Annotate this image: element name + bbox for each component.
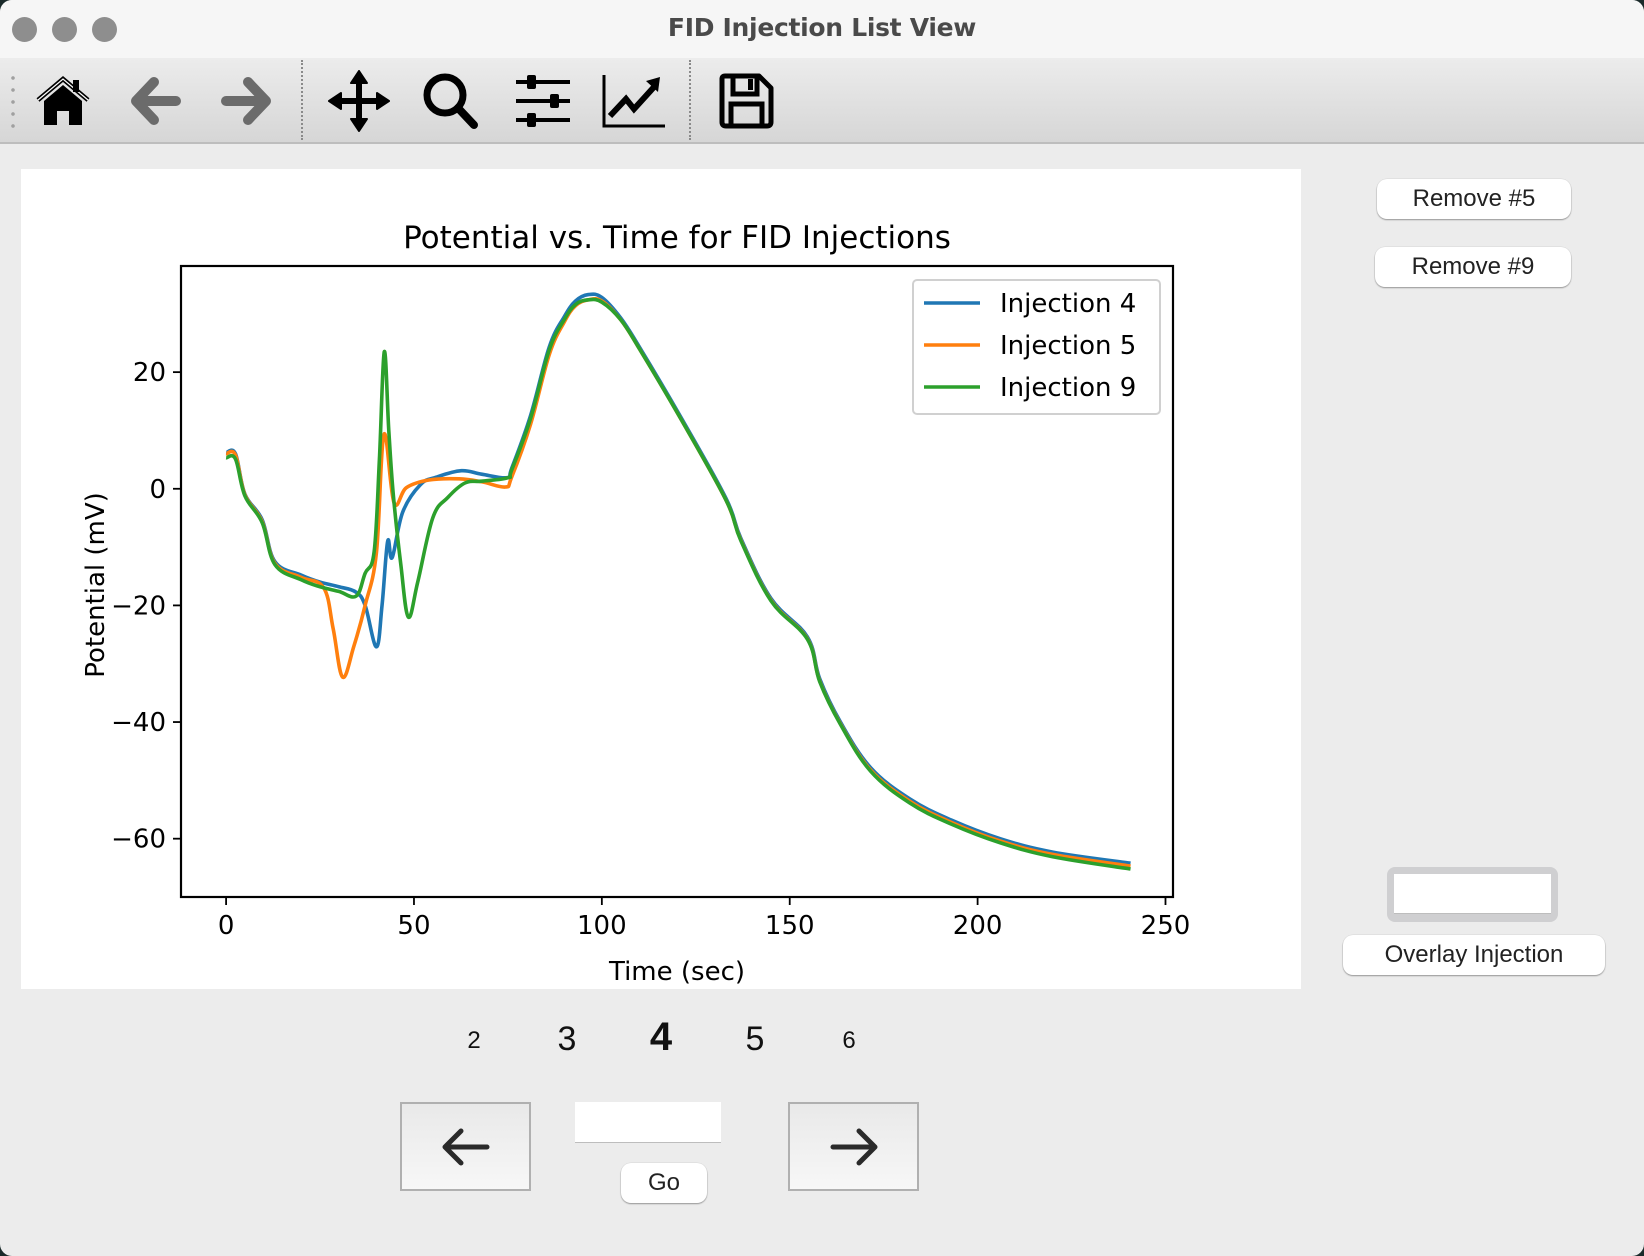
line-chart: Potential vs. Time for FID Injections 0 5… [81, 220, 1190, 987]
arrow-left-icon [131, 77, 181, 125]
x-tick-label: 0 [218, 911, 235, 941]
back-button[interactable] [123, 68, 189, 134]
forward-button[interactable] [213, 68, 279, 134]
x-tick-label: 100 [577, 911, 627, 941]
arrow-right-icon [830, 1128, 877, 1165]
overlay-injection-button[interactable]: Overlay Injection [1343, 935, 1605, 975]
sliders-icon [516, 75, 570, 127]
move-icon [328, 70, 390, 132]
line-chart-icon [602, 75, 665, 128]
page-link-6[interactable]: 6 [824, 1027, 874, 1055]
page-link-3[interactable]: 3 [542, 1020, 592, 1059]
configure-subplots-button[interactable] [510, 68, 576, 134]
arrow-left-icon [442, 1128, 489, 1165]
remove-injection-9-button[interactable]: Remove #9 [1375, 247, 1571, 287]
toolbar-grip-handle[interactable] [11, 72, 15, 128]
floppy-disk-icon [719, 73, 774, 129]
save-figure-button[interactable] [713, 68, 779, 134]
next-page-button[interactable] [788, 1102, 919, 1191]
y-tick-label: −40 [111, 708, 166, 738]
app-window: FID Injection List View Potential vs. Ti… [0, 0, 1644, 1256]
legend-label: Injection 5 [1000, 331, 1136, 361]
y-tick-label: −60 [111, 825, 166, 855]
chart-title: Potential vs. Time for FID Injections [403, 220, 951, 256]
overlay-input-focus-ring [1387, 867, 1558, 922]
pan-button[interactable] [326, 68, 392, 134]
navigation-toolbar [0, 58, 1644, 144]
go-button[interactable]: Go [621, 1163, 707, 1203]
magnifier-icon [423, 73, 478, 129]
legend-label: Injection 9 [1000, 373, 1136, 403]
plot-canvas[interactable]: Potential vs. Time for FID Injections 0 5… [21, 169, 1301, 989]
title-bar: FID Injection List View [0, 0, 1644, 59]
x-axis-label: Time (sec) [608, 957, 745, 987]
legend-label: Injection 4 [1000, 289, 1136, 319]
toolbar-separator [689, 60, 691, 140]
home-button[interactable] [30, 68, 96, 134]
overlay-injection-input[interactable] [1394, 874, 1551, 914]
page-number-input[interactable] [575, 1102, 721, 1143]
x-tick-label: 200 [953, 911, 1003, 941]
x-tick-label: 50 [397, 911, 430, 941]
x-tick-label: 250 [1141, 911, 1191, 941]
x-tick-label: 150 [765, 911, 815, 941]
edit-axis-button[interactable] [601, 68, 667, 134]
y-axis-ticks: 20 0 −20 −40 −60 [111, 358, 181, 855]
chart-legend: Injection 4 Injection 5 Injection 9 [912, 279, 1161, 415]
page-link-5[interactable]: 5 [730, 1020, 780, 1059]
x-axis-ticks: 0 50 100 150 200 250 [218, 897, 1190, 941]
arrow-right-icon [221, 77, 271, 125]
previous-page-button[interactable] [400, 1102, 531, 1191]
current-page-indicator: 4 [649, 1015, 673, 1059]
y-tick-label: −20 [111, 591, 166, 621]
remove-injection-5-button[interactable]: Remove #5 [1377, 179, 1571, 219]
zoom-rect-button[interactable] [418, 68, 484, 134]
y-tick-label: 20 [133, 358, 166, 388]
page-link-2[interactable]: 2 [449, 1027, 499, 1055]
toolbar-separator [301, 60, 303, 140]
home-icon [36, 76, 90, 125]
window-title: FID Injection List View [667, 13, 977, 42]
y-tick-label: 0 [149, 475, 166, 505]
y-axis-label: Potential (mV) [81, 492, 111, 678]
